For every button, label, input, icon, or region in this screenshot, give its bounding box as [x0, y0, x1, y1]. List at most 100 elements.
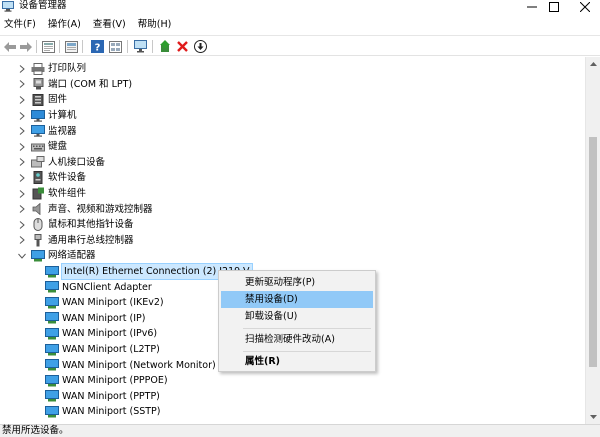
menu-help[interactable]: 帮助(H) [132, 16, 178, 34]
tree-item-label: 鼠标和其他指针设备 [48, 219, 134, 231]
tree-item-hid[interactable]: 人机接口设备 [17, 155, 105, 171]
chevron-right-icon[interactable] [17, 235, 27, 245]
close-icon [580, 2, 590, 12]
vertical-scrollbar[interactable] [585, 57, 600, 424]
tree-item-sound[interactable]: 声音、视频和游戏控制器 [17, 201, 153, 217]
network-adapter-icon [45, 390, 59, 403]
menu-separator [243, 328, 371, 329]
keyboard-icon [31, 140, 45, 153]
tree-item-wan-ipv6[interactable]: WAN Miniport (IPv6) [45, 326, 157, 342]
tree-item-software-devices[interactable]: 软件设备 [17, 170, 86, 186]
chevron-down-icon[interactable] [17, 251, 27, 261]
tree-item-wan-pptp[interactable]: WAN Miniport (PPTP) [45, 389, 160, 405]
network-adapter-icon [45, 405, 59, 418]
tree-item-label: 软件设备 [48, 172, 87, 184]
update-driver-icon[interactable] [158, 39, 173, 54]
menu-item-uninstall-device[interactable]: 卸载设备(U) [221, 308, 373, 325]
chevron-right-icon[interactable] [17, 157, 27, 167]
uninstall-icon[interactable] [175, 39, 190, 54]
view-icon[interactable] [108, 39, 123, 54]
tree-item-monitors[interactable]: 监视器 [17, 123, 77, 139]
chevron-right-icon[interactable] [17, 64, 27, 74]
usb-icon [31, 233, 45, 247]
chevron-right-icon[interactable] [17, 204, 27, 214]
disable-icon[interactable] [193, 39, 208, 54]
chevron-right-icon[interactable] [17, 95, 27, 105]
monitor-scan-icon[interactable] [133, 39, 148, 54]
svg-text:?: ? [95, 43, 101, 54]
scroll-down-icon[interactable] [586, 410, 600, 424]
tree-item-keyboards[interactable]: 键盘 [17, 139, 67, 155]
tree-item-wan-ikev2[interactable]: WAN Miniport (IKEv2) [45, 295, 164, 311]
tree-item-label: 打印队列 [48, 63, 87, 75]
properties-icon[interactable] [41, 39, 56, 54]
tree-item-wan-sstp[interactable]: WAN Miniport (SSTP) [45, 404, 161, 420]
tree-item-software-components[interactable]: 软件组件 [17, 186, 86, 202]
software-device-icon [31, 171, 45, 185]
software-component-icon [31, 187, 45, 200]
chevron-right-icon[interactable] [17, 173, 27, 183]
tree-item-mice[interactable]: 鼠标和其他指针设备 [17, 217, 134, 233]
menu-view[interactable]: 查看(V) [87, 16, 132, 34]
driver-icon[interactable] [64, 39, 79, 54]
close-button[interactable] [565, 0, 600, 14]
port-icon [31, 78, 45, 91]
chevron-right-icon[interactable] [17, 220, 27, 230]
tree-item-network-adapters[interactable]: 网络适配器 [17, 248, 96, 264]
status-text: 禁用所选设备。 [2, 425, 69, 436]
tree-item-ports[interactable]: 端口 (COM 和 LPT) [17, 77, 132, 93]
window-title: 设备管理器 [19, 0, 67, 11]
network-adapter-icon [31, 249, 45, 262]
chevron-right-icon[interactable] [17, 126, 27, 136]
menu-item-properties[interactable]: 属性(R) [221, 353, 373, 370]
network-adapter-icon [45, 343, 59, 356]
tree-item-firmware[interactable]: 固件 [17, 92, 67, 108]
menu-item-scan-hardware[interactable]: 扫描检测硬件改动(A) [221, 331, 373, 348]
toolbar-separator [127, 40, 128, 53]
tree-item-label: 监视器 [48, 125, 77, 137]
tree-item-label: WAN Miniport (IKEv2) [62, 297, 164, 309]
menu-action[interactable]: 操作(A) [42, 16, 87, 34]
toolbar-separator [36, 40, 37, 53]
chevron-right-icon[interactable] [17, 142, 27, 152]
scroll-up-icon[interactable] [586, 57, 600, 71]
tree-item-label: WAN Miniport (IPv6) [62, 328, 158, 340]
network-adapter-icon [45, 312, 59, 325]
context-menu: 更新驱动程序(P) 禁用设备(D) 卸载设备(U) 扫描检测硬件改动(A) 属性… [218, 270, 376, 372]
back-icon[interactable] [2, 39, 17, 54]
status-bar: 禁用所选设备。 [0, 424, 600, 437]
tree-item-label: 端口 (COM 和 LPT) [48, 78, 133, 90]
network-adapter-icon [45, 296, 59, 309]
tree-item-usb[interactable]: 通用串行总线控制器 [17, 233, 134, 249]
menu-item-disable-device[interactable]: 禁用设备(D) [221, 291, 373, 308]
tree-item-label: WAN Miniport (PPTP) [62, 390, 160, 402]
tree-item-label: WAN Miniport (PPPOE) [62, 375, 168, 387]
tree-item-printer-queue[interactable]: 打印队列 [17, 61, 86, 77]
chevron-right-icon[interactable] [17, 189, 27, 199]
tree-item-ngnclient[interactable]: NGNClient Adapter [45, 279, 152, 295]
scrollbar-thumb[interactable] [589, 137, 597, 367]
firmware-icon [31, 93, 45, 106]
tree-item-label: WAN Miniport (Network Monitor) [62, 359, 216, 371]
tree-item-wan-pppoe[interactable]: WAN Miniport (PPPOE) [45, 373, 168, 389]
toolbar-separator [82, 40, 83, 53]
mouse-icon [31, 218, 45, 232]
tree-item-label: 声音、视频和游戏控制器 [48, 203, 153, 215]
tree-item-wan-network-monitor[interactable]: WAN Miniport (Network Monitor) [45, 357, 216, 373]
tree-item-label: 人机接口设备 [48, 156, 106, 168]
tree-item-label: NGNClient Adapter [62, 281, 152, 293]
tree-item-wan-ip[interactable]: WAN Miniport (IP) [45, 311, 145, 327]
network-adapter-icon [45, 327, 59, 340]
chevron-right-icon[interactable] [17, 79, 27, 89]
tree-item-computer[interactable]: 计算机 [17, 108, 77, 124]
chevron-right-icon[interactable] [17, 111, 27, 121]
tree-item-label: WAN Miniport (IP) [62, 312, 146, 324]
help-icon[interactable]: ? [90, 39, 105, 54]
menu-bar: 文件(F) 操作(A) 查看(V) 帮助(H) [0, 16, 600, 34]
tree-item-label: WAN Miniport (L2TP) [62, 344, 160, 356]
tree-item-wan-l2tp[interactable]: WAN Miniport (L2TP) [45, 342, 160, 358]
menu-separator [243, 351, 371, 352]
menu-file[interactable]: 文件(F) [0, 16, 42, 34]
menu-item-update-driver[interactable]: 更新驱动程序(P) [221, 274, 373, 291]
forward-icon[interactable] [18, 39, 33, 54]
